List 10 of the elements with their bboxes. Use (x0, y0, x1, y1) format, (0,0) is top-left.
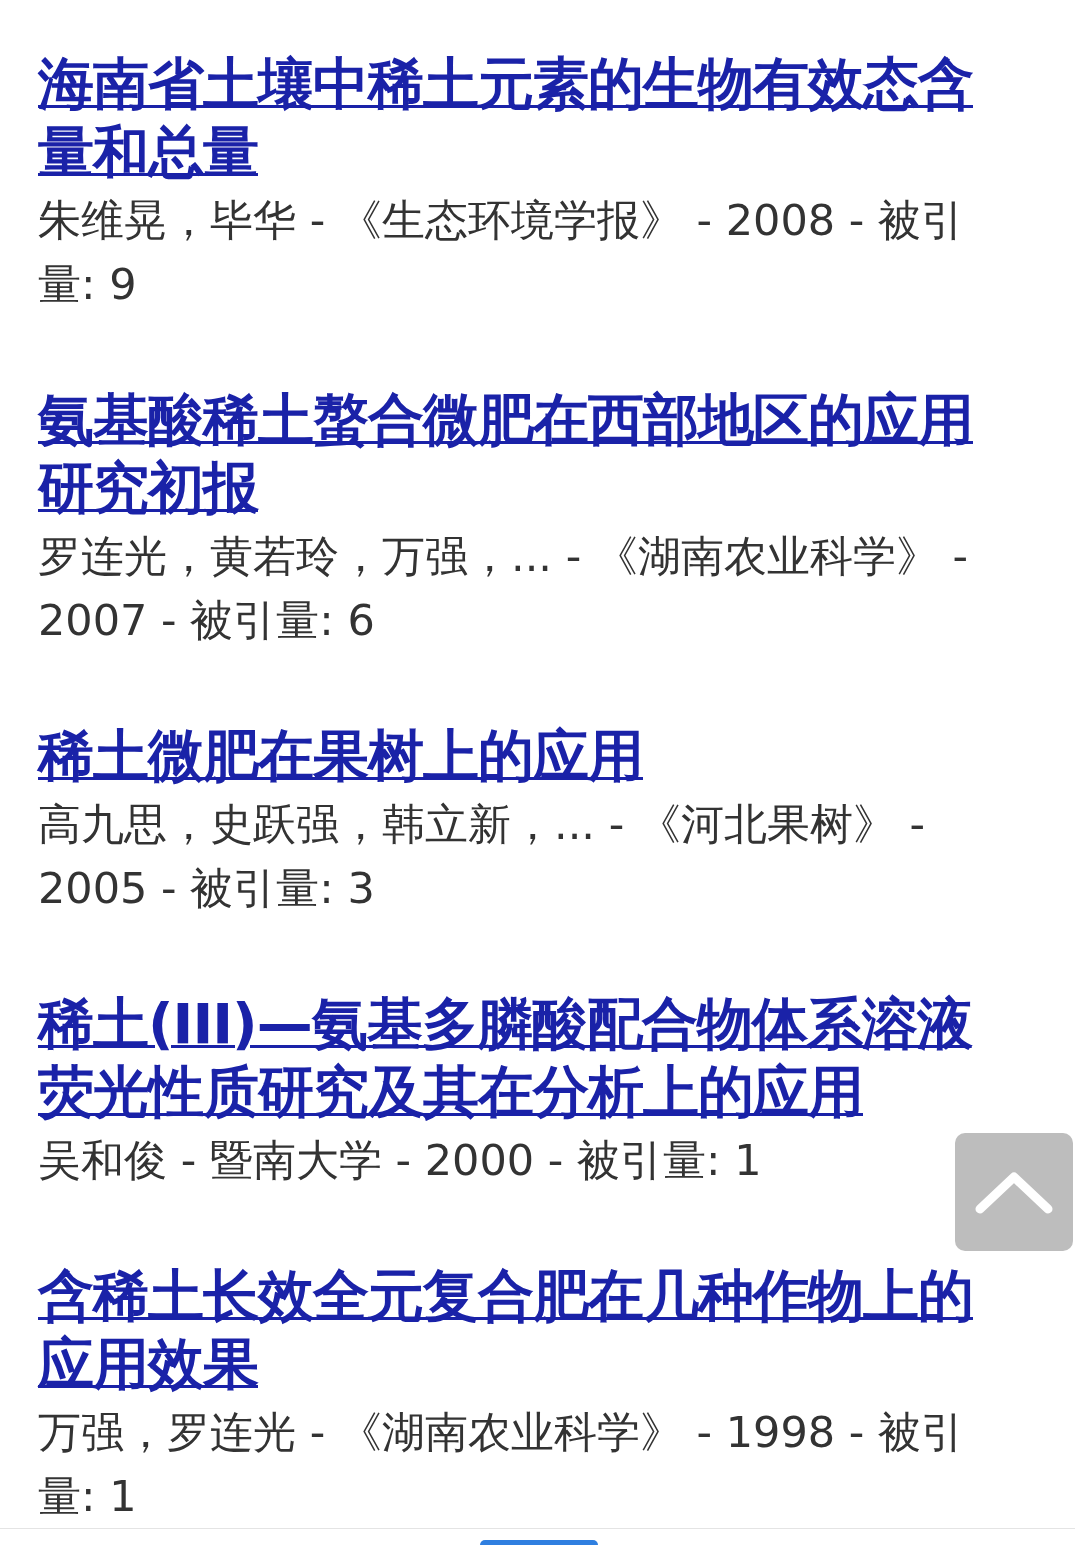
result-meta: 高九思，史跃强，韩立新，... - 《河北果树》 - 2005 - 被引量: 3 (38, 798, 927, 915)
result-meta: 罗连光，黄若玲，万强，... - 《湖南农业科学》 - 2007 - 被引量: 6 (38, 530, 970, 647)
result-title-link[interactable]: 海南省土壤中稀土元素的生物有效态含量和总量 (38, 50, 1005, 186)
result-meta: 万强，罗连光 - 《湖南农业科学》 - 1998 - 被引量: 1 (38, 1406, 965, 1523)
result-title-link[interactable]: 稀土(III)—氨基多膦酸配合物体系溶液荧光性质研究及其在分析上的应用 (38, 990, 1005, 1126)
result-title-link[interactable]: 氨基酸稀土螯合微肥在西部地区的应用研究初报 (38, 386, 1005, 522)
result-meta: 吴和俊 - 暨南大学 - 2000 - 被引量: 1 (38, 1134, 763, 1187)
result-title-link[interactable]: 含稀土长效全元复合肥在几种作物上的应用效果 (38, 1262, 1005, 1398)
result-meta: 朱维晃，毕华 - 《生态环境学报》 - 2008 - 被引量: 9 (38, 194, 965, 311)
result-title-link[interactable]: 稀土微肥在果树上的应用 (38, 722, 1005, 790)
